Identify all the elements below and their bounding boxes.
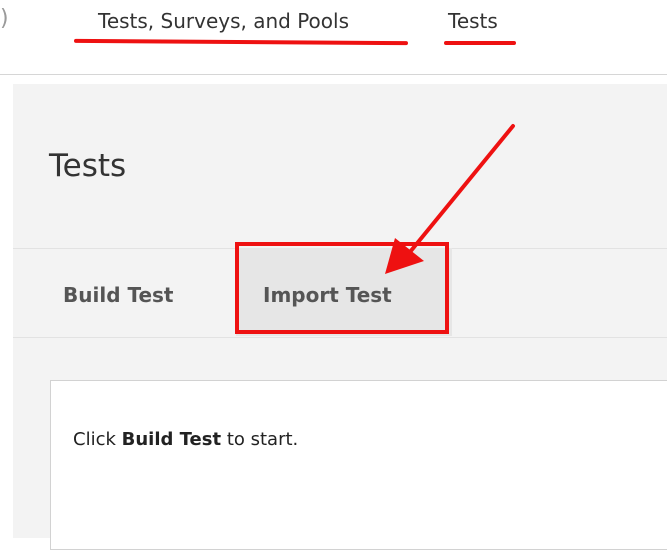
instruction-emphasis: Build Test [121,429,222,450]
instruction-suffix: to start. [226,429,299,450]
page-title: Tests [49,148,127,184]
content-area: Tests Build Test Import Test Click Build… [13,84,667,550]
breadcrumb: ) Tests, Surveys, and Pools Tests [0,0,667,75]
breadcrumb-edge-glyph: ) [0,6,9,31]
breadcrumb-item-tests-surveys-pools[interactable]: Tests, Surveys, and Pools [98,9,349,33]
tab-divider [13,337,667,338]
instruction-prefix: Click [73,429,116,450]
annotation-underline-breadcrumb-2 [444,41,516,45]
tab-import-test[interactable]: Import Test [263,283,392,307]
instruction-text: Click Build Test to start. [73,429,298,450]
tab-build-test[interactable]: Build Test [63,283,174,307]
instruction-card: Click Build Test to start. [50,380,667,550]
breadcrumb-item-tests[interactable]: Tests [448,9,498,33]
tab-bar: Build Test Import Test [13,248,667,337]
